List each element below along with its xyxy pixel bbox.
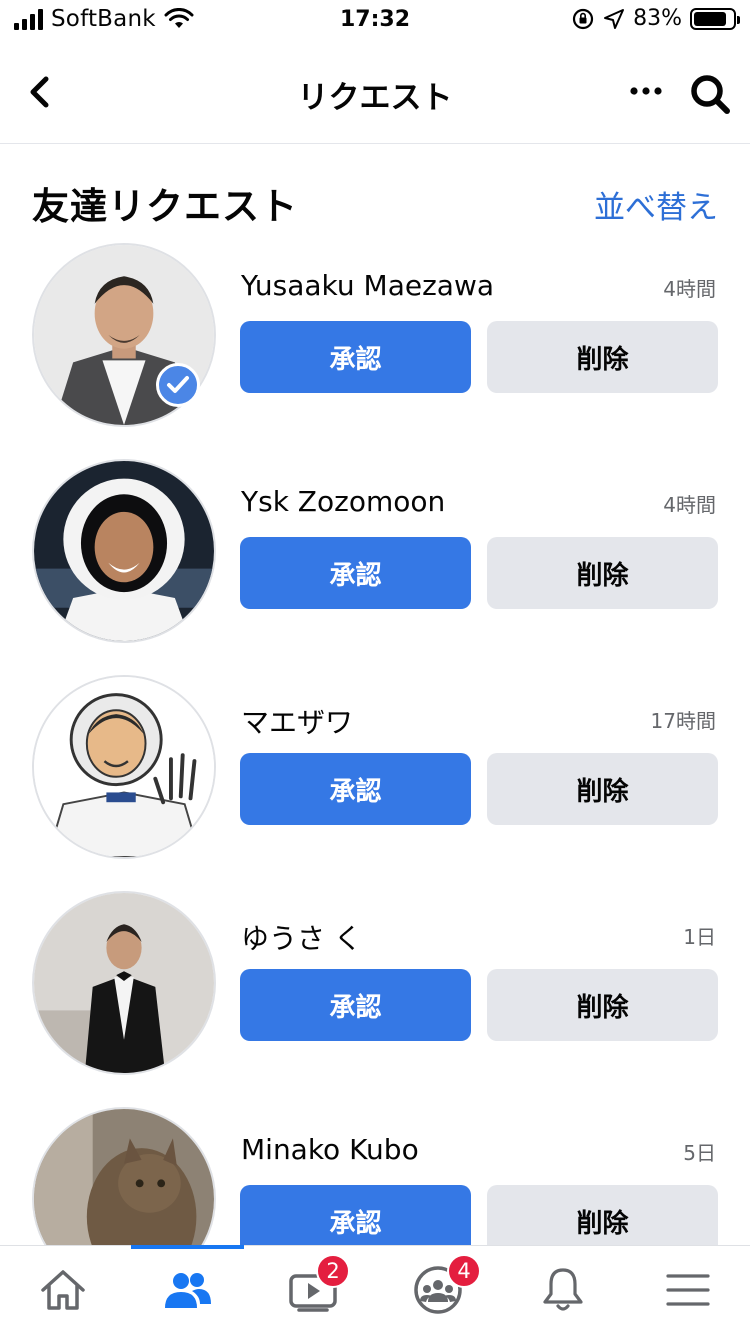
- verified-badge: [156, 363, 200, 407]
- delete-button[interactable]: 削除: [487, 321, 718, 393]
- home-icon: [41, 1270, 85, 1310]
- delete-button[interactable]: 削除: [487, 969, 718, 1041]
- groups-badge: 4: [447, 1254, 481, 1288]
- friend-request-list: Yusaaku Maezawa 4時間 承認 削除 Ysk Zozomoon 4…: [0, 0, 750, 1245]
- list-item: Ysk Zozomoon 4時間 承認 削除: [0, 459, 750, 675]
- tab-watch[interactable]: 2: [250, 1246, 375, 1334]
- tab-friends[interactable]: [125, 1246, 250, 1334]
- avatar[interactable]: [32, 459, 216, 643]
- avatar[interactable]: [32, 1107, 216, 1245]
- tab-home[interactable]: [0, 1246, 125, 1334]
- confirm-button[interactable]: 承認: [240, 537, 471, 609]
- list-item: ゆうさ く 1日 承認 削除: [0, 891, 750, 1107]
- request-time: 5日: [683, 1141, 716, 1165]
- request-time: 1日: [683, 925, 716, 949]
- watch-badge: 2: [316, 1254, 350, 1288]
- avatar[interactable]: [32, 891, 216, 1075]
- tab-menu[interactable]: [625, 1246, 750, 1334]
- avatar-image: [34, 461, 214, 641]
- request-time: 4時間: [663, 277, 716, 301]
- checkmark-icon: [167, 376, 189, 393]
- menu-icon: [666, 1274, 710, 1306]
- request-time: 17時間: [650, 709, 716, 733]
- confirm-button[interactable]: 承認: [240, 969, 471, 1041]
- delete-button[interactable]: 削除: [487, 753, 718, 825]
- bell-icon: [543, 1268, 583, 1311]
- confirm-button[interactable]: 承認: [240, 321, 471, 393]
- requester-name[interactable]: Yusaaku Maezawa: [241, 269, 494, 302]
- requester-name[interactable]: Ysk Zozomoon: [241, 485, 445, 518]
- avatar-image: [34, 677, 214, 857]
- avatar-image: [34, 893, 214, 1073]
- friends-icon: [165, 1273, 211, 1308]
- delete-button[interactable]: 削除: [487, 1185, 718, 1245]
- request-time: 4時間: [663, 493, 716, 517]
- avatar[interactable]: [32, 675, 216, 859]
- requester-name[interactable]: マエザワ: [241, 701, 353, 741]
- list-item: Minako Kubo 5日 承認 削除: [0, 1107, 750, 1245]
- bottom-tab-bar: 2 4: [0, 1245, 750, 1334]
- delete-button[interactable]: 削除: [487, 537, 718, 609]
- avatar-image: [34, 1109, 214, 1245]
- requester-name[interactable]: Minako Kubo: [241, 1133, 419, 1166]
- confirm-button[interactable]: 承認: [240, 1185, 471, 1245]
- tab-notifications[interactable]: [500, 1246, 625, 1334]
- list-item: Yusaaku Maezawa 4時間 承認 削除: [0, 243, 750, 459]
- list-item: マエザワ 17時間 承認 削除: [0, 675, 750, 891]
- tab-groups[interactable]: 4: [375, 1246, 500, 1334]
- requester-name[interactable]: ゆうさ く: [241, 917, 362, 957]
- confirm-button[interactable]: 承認: [240, 753, 471, 825]
